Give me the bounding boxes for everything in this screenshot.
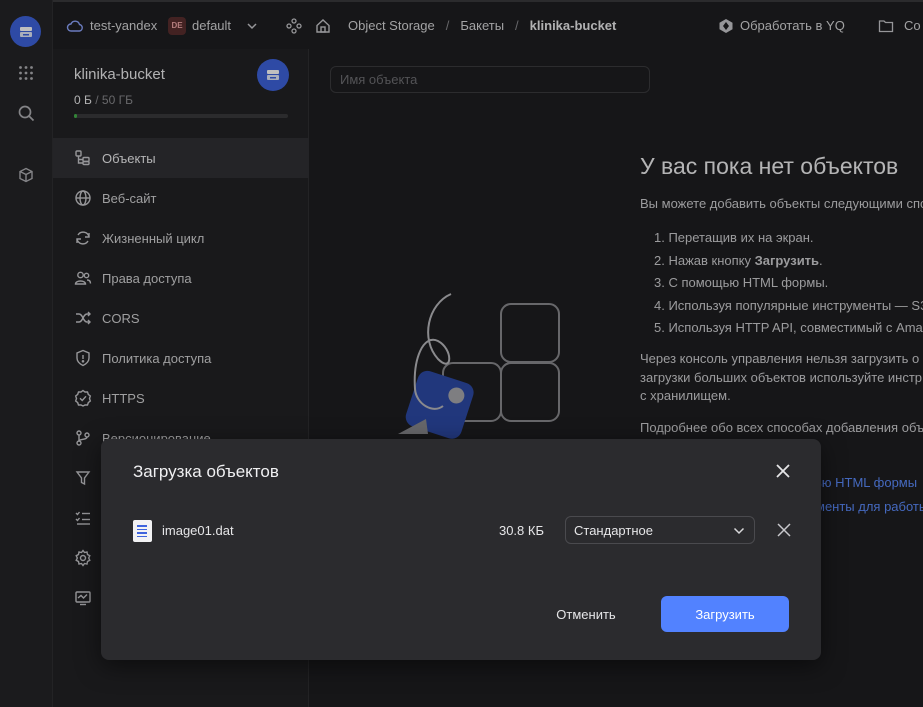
storage-class-value: Стандартное (574, 522, 653, 538)
file-icon (133, 520, 152, 542)
close-icon[interactable] (773, 461, 793, 481)
dialog-title: Загрузка объектов (133, 462, 279, 481)
file-size: 30.8 КБ (498, 523, 544, 538)
file-row: image01.dat 30.8 КБ Стандартное (133, 516, 793, 546)
cancel-button[interactable]: Отменить (537, 597, 635, 631)
file-name: image01.dat (162, 523, 234, 538)
storage-class-select[interactable]: Стандартное (565, 516, 755, 544)
chevron-down-icon (733, 527, 745, 535)
upload-button[interactable]: Загрузить (661, 596, 789, 632)
upload-dialog: Загрузка объектов image01.dat 30.8 КБ Ст… (101, 439, 821, 660)
remove-file-icon[interactable] (774, 520, 794, 540)
